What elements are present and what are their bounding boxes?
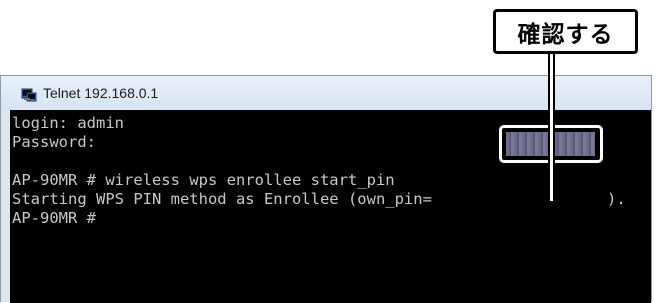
terminal-line: AP-90MR # <box>12 209 96 227</box>
terminal-line: login: admin <box>12 114 124 132</box>
telnet-terminal-icon <box>21 88 37 102</box>
terminal-line: AP-90MR # wireless wps enrollee start_pi… <box>12 171 395 189</box>
terminal-line: Password: <box>12 133 96 151</box>
callout-leader-line <box>548 54 555 201</box>
confirm-callout: 確認する <box>493 9 638 54</box>
callout-label: 確認する <box>517 21 614 48</box>
terminal-line-suffix: ). <box>607 190 626 208</box>
terminal-line: Starting WPS PIN method as Enrollee (own… <box>12 190 432 208</box>
window-title: Telnet 192.168.0.1 <box>43 85 159 101</box>
